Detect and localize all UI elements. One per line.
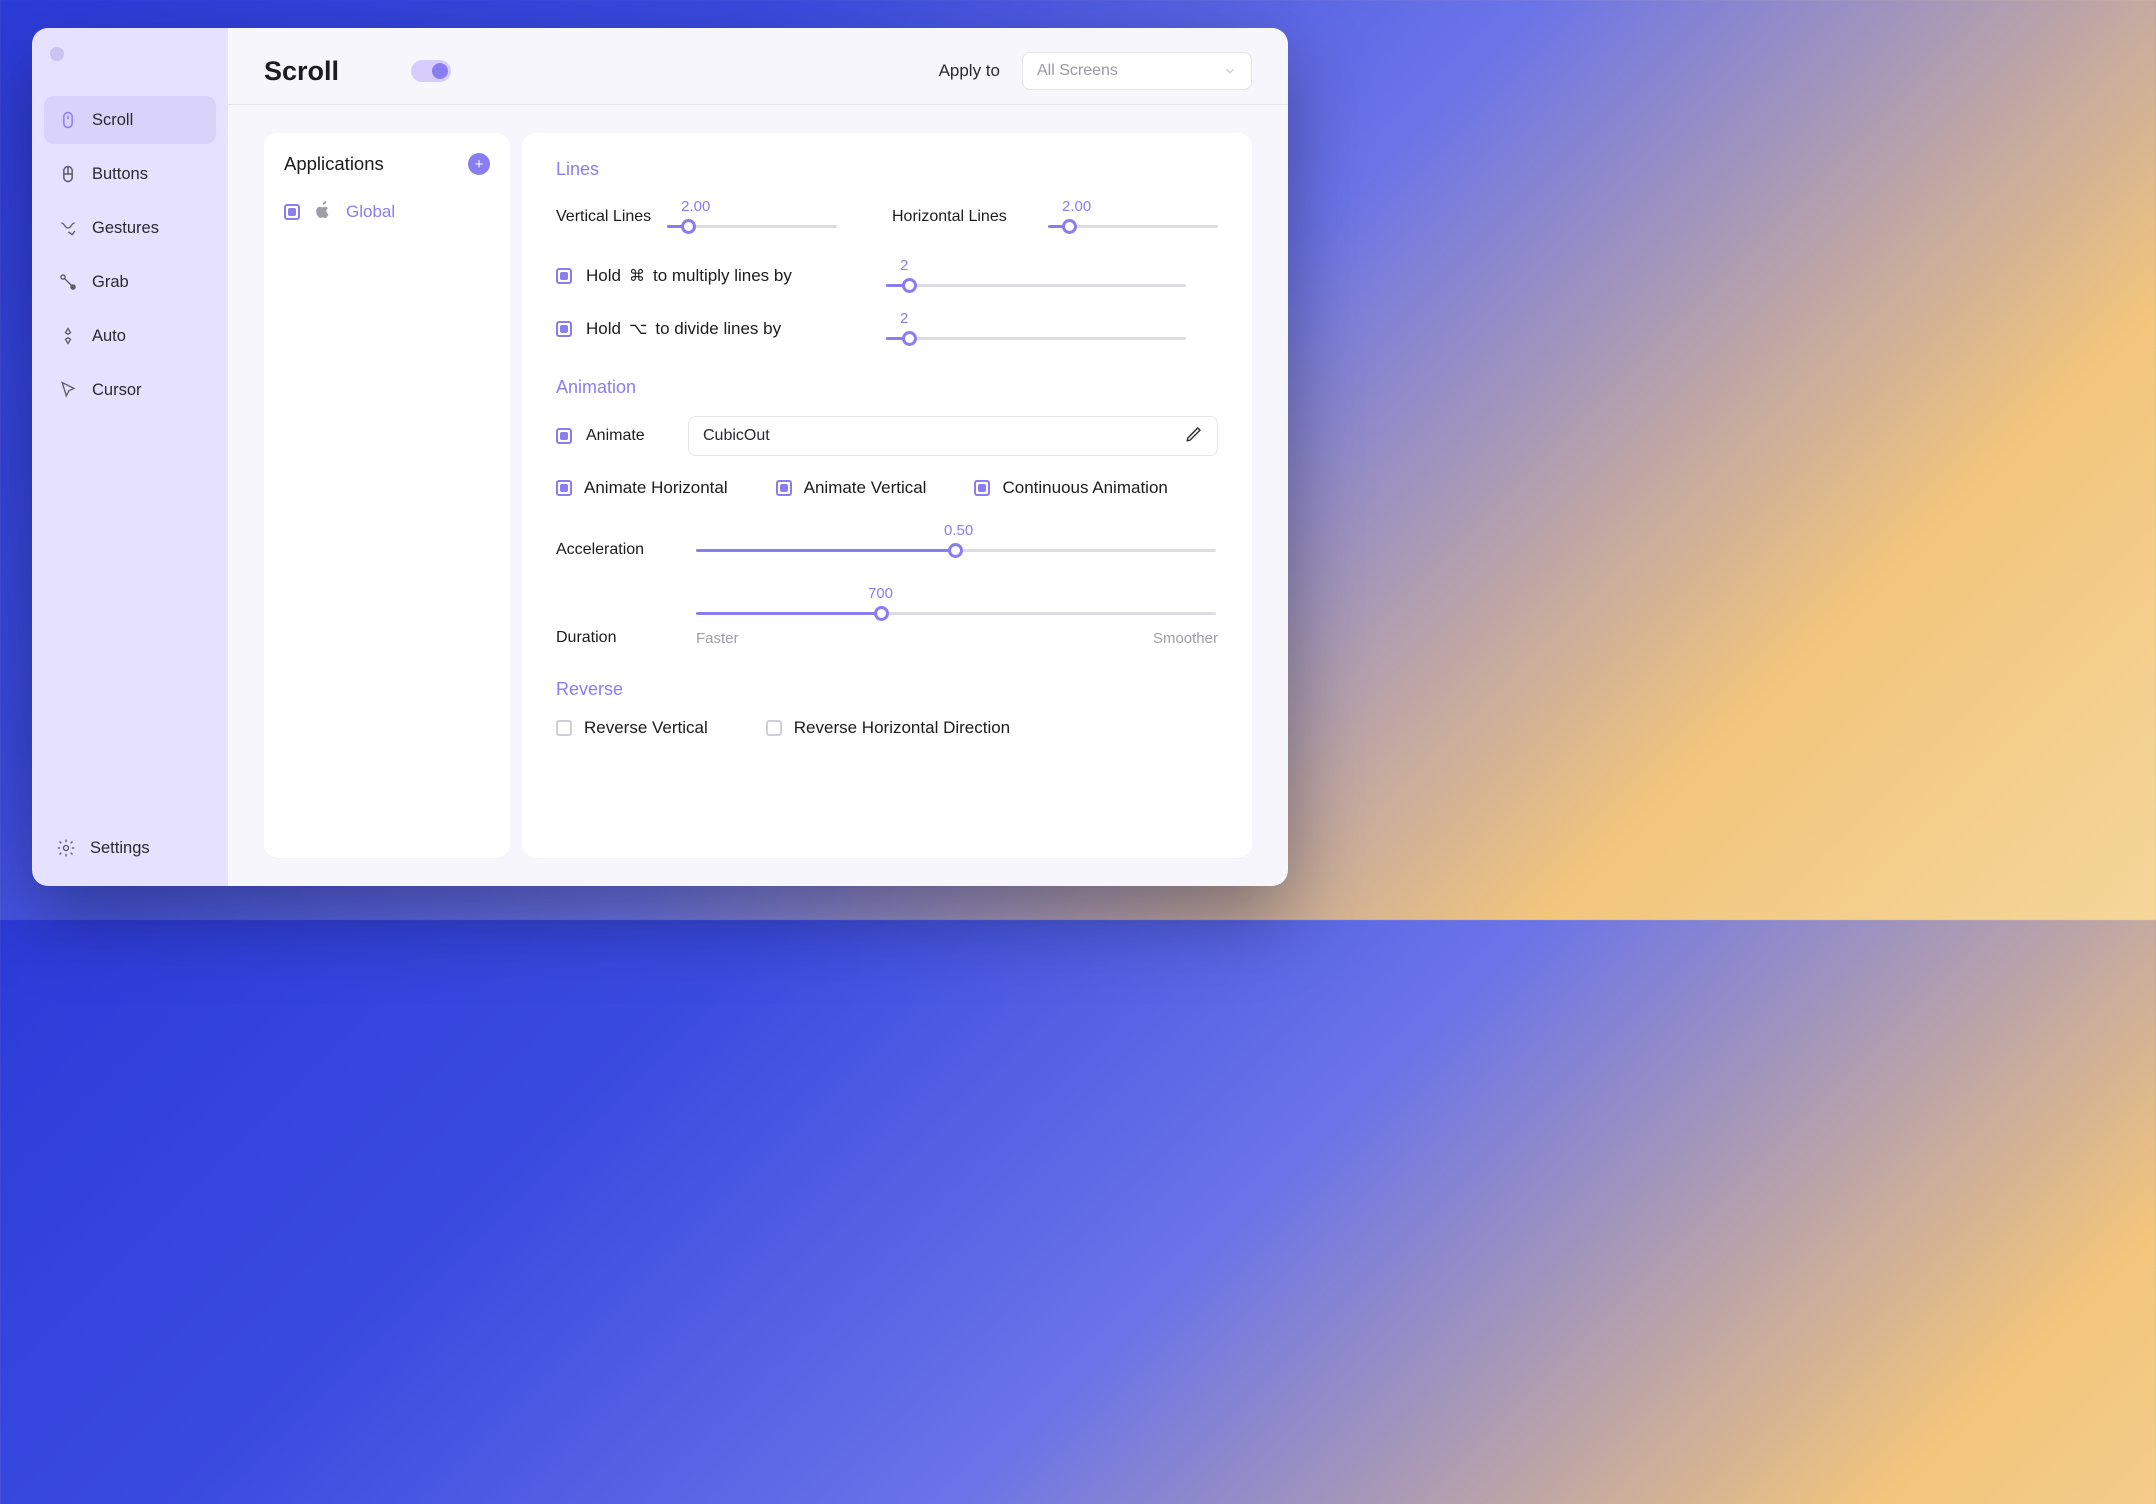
hold-multiply-post: to multiply lines by bbox=[653, 266, 792, 286]
animate-easing-field[interactable]: CubicOut bbox=[688, 416, 1218, 456]
sidebar-item-grab[interactable]: Grab bbox=[44, 258, 216, 306]
sidebar-item-label: Gestures bbox=[92, 219, 159, 238]
duration-smoother-label: Smoother bbox=[1153, 630, 1218, 647]
hold-multiply-checkbox[interactable] bbox=[556, 268, 572, 284]
sidebar-nav: Scroll Buttons Gestures Grab bbox=[42, 96, 218, 414]
mouse-icon bbox=[58, 110, 78, 130]
grab-icon bbox=[58, 272, 78, 292]
sidebar-item-scroll[interactable]: Scroll bbox=[44, 96, 216, 144]
sidebar-item-label: Auto bbox=[92, 327, 126, 346]
option-key-icon: ⌥ bbox=[629, 319, 647, 339]
main-area: Scroll Apply to All Screens Applications… bbox=[228, 28, 1288, 886]
apply-to-label: Apply to bbox=[939, 61, 1000, 81]
animate-checkbox[interactable] bbox=[556, 428, 572, 444]
reverse-vertical-label: Reverse Vertical bbox=[584, 718, 708, 738]
content-area: Applications + Global Lines bbox=[228, 105, 1288, 886]
reverse-vertical-checkbox[interactable] bbox=[556, 720, 572, 736]
applications-panel: Applications + Global bbox=[264, 133, 510, 858]
hold-multiply-pre: Hold bbox=[586, 266, 621, 286]
app-window: Scroll Buttons Gestures Grab bbox=[32, 28, 1288, 886]
window-close-dot[interactable] bbox=[50, 47, 64, 61]
chevron-down-icon bbox=[1223, 64, 1237, 78]
auto-icon bbox=[58, 326, 78, 346]
sidebar-item-label: Cursor bbox=[92, 381, 142, 400]
acceleration-value: 0.50 bbox=[944, 522, 973, 539]
hold-divide-control: Hold ⌥ to divide lines by bbox=[556, 319, 886, 339]
apple-icon bbox=[314, 199, 332, 224]
sidebar-item-gestures[interactable]: Gestures bbox=[44, 204, 216, 252]
mouse-buttons-icon bbox=[58, 164, 78, 184]
hold-divide-checkbox[interactable] bbox=[556, 321, 572, 337]
horizontal-lines-control: Horizontal Lines 2.00 bbox=[892, 198, 1218, 235]
command-key-icon: ⌘ bbox=[629, 266, 645, 286]
scroll-settings-panel: Lines Vertical Lines 2.00 Horizontal Lin… bbox=[522, 133, 1252, 858]
gesture-icon bbox=[58, 218, 78, 238]
vertical-lines-slider[interactable] bbox=[667, 217, 837, 235]
reverse-section-title: Reverse bbox=[556, 679, 1218, 700]
vertical-lines-value: 2.00 bbox=[681, 198, 710, 215]
continuous-animation-label: Continuous Animation bbox=[1002, 478, 1167, 498]
apply-to-select[interactable]: All Screens bbox=[1022, 52, 1252, 90]
horizontal-lines-label: Horizontal Lines bbox=[892, 208, 1032, 226]
animate-horizontal-label: Animate Horizontal bbox=[584, 478, 728, 498]
header-bar: Scroll Apply to All Screens bbox=[228, 28, 1288, 105]
duration-faster-label: Faster bbox=[696, 630, 739, 647]
sidebar: Scroll Buttons Gestures Grab bbox=[32, 28, 228, 886]
acceleration-label: Acceleration bbox=[556, 541, 696, 559]
reverse-horizontal-label: Reverse Horizontal Direction bbox=[794, 718, 1010, 738]
app-row-global[interactable]: Global bbox=[284, 199, 490, 224]
hold-divide-post: to divide lines by bbox=[655, 319, 781, 339]
hold-multiply-value: 2 bbox=[900, 257, 908, 274]
horizontal-lines-slider[interactable] bbox=[1048, 217, 1218, 235]
feature-toggle[interactable] bbox=[411, 60, 451, 82]
gear-icon bbox=[56, 838, 76, 858]
applications-title: Applications bbox=[284, 153, 384, 175]
sidebar-item-label: Settings bbox=[90, 839, 150, 858]
app-global-label: Global bbox=[346, 202, 395, 222]
app-global-checkbox[interactable] bbox=[284, 204, 300, 220]
animate-vertical-checkbox[interactable] bbox=[776, 480, 792, 496]
horizontal-lines-value: 2.00 bbox=[1062, 198, 1091, 215]
duration-slider[interactable] bbox=[696, 604, 1216, 622]
animate-vertical-label: Animate Vertical bbox=[804, 478, 927, 498]
duration-value: 700 bbox=[868, 585, 893, 602]
sidebar-item-cursor[interactable]: Cursor bbox=[44, 366, 216, 414]
sidebar-item-label: Buttons bbox=[92, 165, 148, 184]
sidebar-item-auto[interactable]: Auto bbox=[44, 312, 216, 360]
animate-easing-value: CubicOut bbox=[703, 427, 770, 445]
duration-label: Duration bbox=[556, 629, 696, 647]
sidebar-item-label: Scroll bbox=[92, 111, 133, 130]
sidebar-item-buttons[interactable]: Buttons bbox=[44, 150, 216, 198]
reverse-horizontal-checkbox[interactable] bbox=[766, 720, 782, 736]
hold-divide-value: 2 bbox=[900, 310, 908, 327]
hold-multiply-control: Hold ⌘ to multiply lines by bbox=[556, 266, 886, 286]
acceleration-slider[interactable] bbox=[696, 541, 1216, 559]
hold-multiply-slider[interactable] bbox=[886, 276, 1186, 294]
lines-section-title: Lines bbox=[556, 159, 1218, 180]
page-title: Scroll bbox=[264, 56, 339, 87]
sidebar-item-label: Grab bbox=[92, 273, 129, 292]
animate-label: Animate bbox=[586, 427, 674, 445]
animation-section-title: Animation bbox=[556, 377, 1218, 398]
pencil-icon[interactable] bbox=[1185, 425, 1203, 448]
vertical-lines-label: Vertical Lines bbox=[556, 208, 651, 226]
sidebar-item-settings[interactable]: Settings bbox=[42, 824, 218, 872]
cursor-icon bbox=[58, 380, 78, 400]
hold-divide-pre: Hold bbox=[586, 319, 621, 339]
vertical-lines-control: Vertical Lines 2.00 bbox=[556, 198, 852, 235]
apply-to-value: All Screens bbox=[1037, 62, 1118, 80]
animate-horizontal-checkbox[interactable] bbox=[556, 480, 572, 496]
add-app-button[interactable]: + bbox=[468, 153, 490, 175]
plus-icon: + bbox=[475, 156, 484, 173]
continuous-animation-checkbox[interactable] bbox=[974, 480, 990, 496]
hold-divide-slider[interactable] bbox=[886, 329, 1186, 347]
